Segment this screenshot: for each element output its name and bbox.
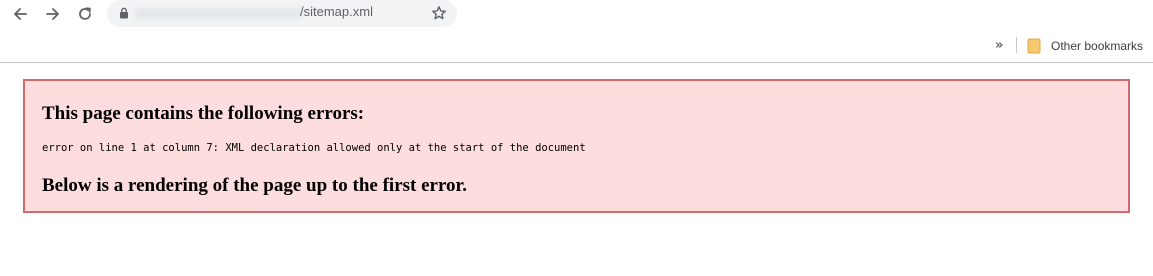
- rendering-note: Below is a rendering of the page up to t…: [42, 175, 467, 196]
- folder-icon: [1027, 38, 1041, 54]
- star-icon[interactable]: [431, 5, 447, 21]
- forward-button[interactable]: [41, 2, 65, 26]
- other-bookmarks-label: Other bookmarks: [1051, 39, 1144, 53]
- error-message: error on line 1 at column 7: XML declara…: [42, 142, 586, 154]
- other-bookmarks-button[interactable]: Other bookmarks: [1027, 36, 1143, 56]
- reload-button[interactable]: [73, 2, 97, 26]
- back-button[interactable]: [8, 2, 32, 26]
- address-bar[interactable]: /sitemap.xml: [107, 0, 457, 27]
- error-heading: This page contains the following errors:: [42, 103, 365, 124]
- bookmarks-separator: [1016, 37, 1017, 53]
- bookmarks-bar: » Other bookmarks: [0, 32, 1153, 60]
- browser-toolbar: /sitemap.xml: [0, 0, 1153, 30]
- lock-icon[interactable]: [119, 7, 129, 19]
- toolbar-divider: [0, 62, 1153, 63]
- bookmarks-overflow-button[interactable]: »: [995, 38, 1003, 53]
- url-domain-redacted: [135, 8, 303, 19]
- xml-error-box: This page contains the following errors:…: [23, 79, 1130, 213]
- reload-icon: [79, 7, 91, 20]
- forward-arrow-icon: [46, 8, 59, 20]
- back-arrow-icon: [14, 8, 27, 20]
- url-path: /sitemap.xml: [300, 4, 373, 19]
